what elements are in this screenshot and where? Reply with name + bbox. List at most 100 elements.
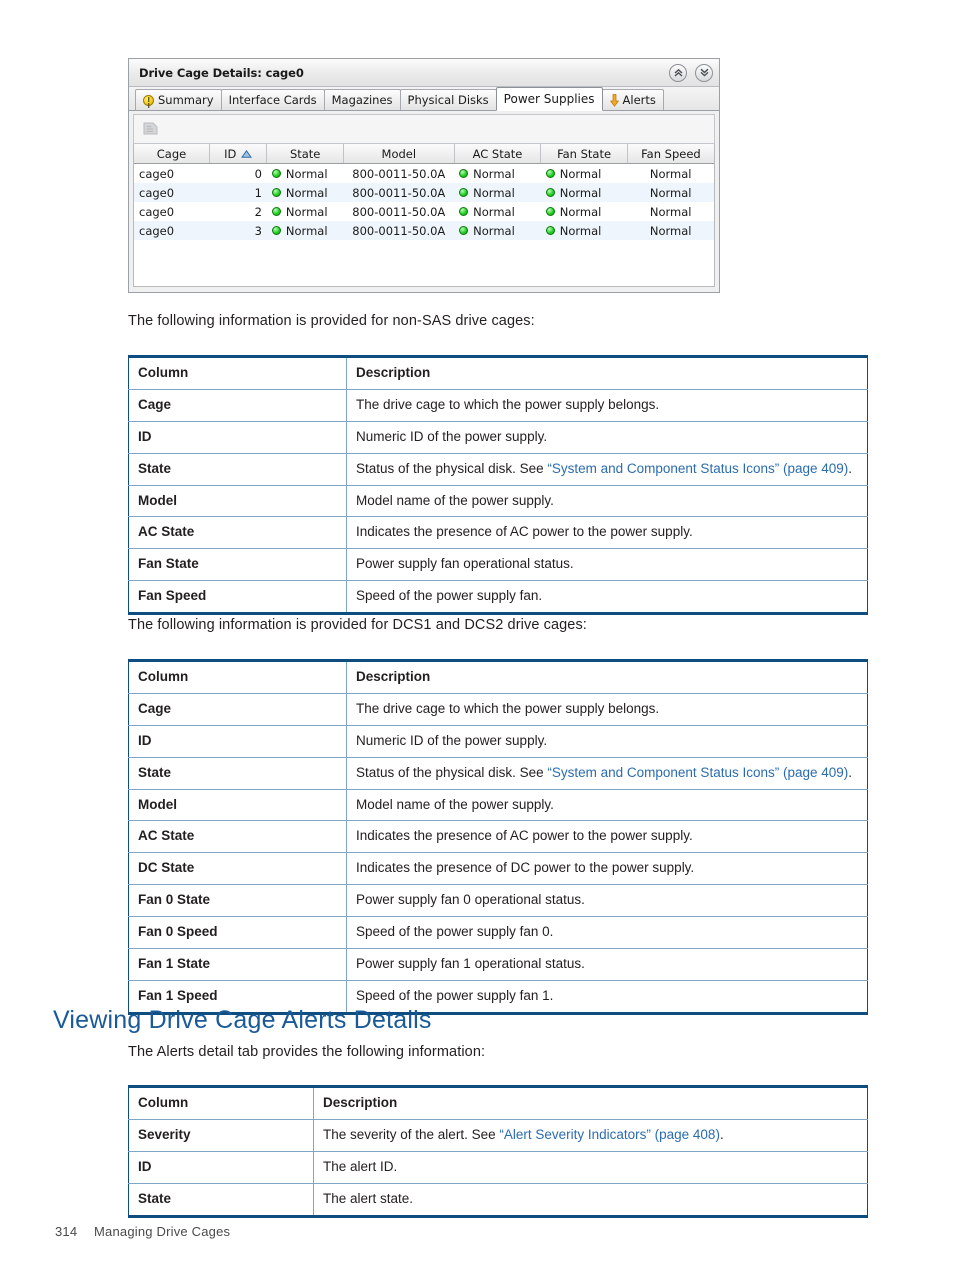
table-row: Severity The severity of the alert. See “… — [128, 1118, 868, 1152]
col-header-id[interactable]: ID — [209, 144, 268, 164]
cell-fan-speed: Normal — [649, 204, 692, 219]
table-row: State Status of the physical disk. See “S… — [128, 452, 868, 486]
tab-physical-disks[interactable]: Physical Disks — [399, 89, 497, 110]
status-dot-icon — [459, 188, 469, 197]
cell-description: The drive cage to which the power supply… — [346, 388, 868, 422]
cell-column-name: Fan 0 Speed — [128, 916, 347, 949]
col-header-state[interactable]: State — [266, 144, 344, 164]
cell-description: Power supply fan 1 operational status. — [346, 947, 868, 981]
table-row[interactable]: cage0 2 Normal 800-0011-50.0A Normal Normal No… — [134, 202, 714, 221]
table-row[interactable]: cage0 3 Normal 800-0011-50.0A Normal Normal No… — [134, 221, 714, 240]
table-row: Cage The drive cage to which the power su… — [128, 388, 868, 422]
cell-model: 800-0011-50.0A — [343, 183, 455, 202]
tab-interface-cards[interactable]: Interface Cards — [220, 89, 325, 110]
header-cell-description: Description — [346, 356, 868, 390]
col-header-fan-state[interactable]: Fan State — [540, 144, 628, 164]
cell-column-name: ID — [128, 1150, 314, 1184]
cell-ac-state: Normal — [454, 221, 541, 240]
cell-column-name: State — [128, 1182, 314, 1216]
power-supplies-grid[interactable]: Cage ID State Model AC State Fan State F… — [133, 144, 715, 287]
cross-reference-link[interactable]: “System and Component Status Icons” (pag… — [547, 765, 848, 780]
detail-tabs: Summary Interface Cards Magazines Physic… — [129, 87, 719, 111]
cross-reference-link[interactable]: “System and Component Status Icons” (pag… — [547, 461, 848, 476]
cell-column-name: ID — [128, 724, 347, 758]
grid-empty-cell — [134, 240, 714, 280]
double-chevron-up-icon — [674, 68, 682, 77]
header-cell-description: Description — [313, 1086, 868, 1120]
cell-fan-state: Normal — [541, 164, 628, 184]
tab-summary-label: Summary — [158, 93, 214, 107]
tab-power-supplies-label: Power Supplies — [503, 92, 595, 106]
table-header-row: Column Description — [128, 356, 868, 390]
col-header-model[interactable]: Model — [343, 144, 455, 164]
table-row: DC State Indicates the presence of DC pow… — [128, 852, 868, 886]
cell-description: Numeric ID of the power supply. — [346, 724, 868, 758]
sort-ascending-icon — [241, 149, 253, 158]
grid-toolbar — [133, 114, 715, 144]
col-header-ac-state[interactable]: AC State — [454, 144, 542, 164]
cell-cage: cage0 — [134, 183, 210, 202]
col-header-fan-speed-label: Fan Speed — [641, 146, 701, 161]
table-row: Model Model name of the power supply. — [128, 484, 868, 518]
tab-alerts-label: Alerts — [622, 93, 656, 107]
cell-ac-state: Normal — [454, 164, 541, 184]
status-dot-icon — [545, 207, 555, 216]
intro-dcs-paragraph: The following information is provided fo… — [128, 617, 587, 633]
cell-column-name: AC State — [128, 820, 347, 854]
col-header-state-label: State — [289, 146, 321, 161]
header-cell-description: Description — [346, 660, 868, 694]
grid-empty-space — [134, 240, 714, 280]
cell-column-name: Fan 0 State — [128, 884, 347, 917]
cell-description: Numeric ID of the power supply. — [346, 420, 868, 454]
cell-id: 0 — [254, 166, 262, 181]
cell-column-name: State — [128, 756, 347, 790]
tab-power-supplies[interactable]: Power Supplies — [495, 87, 603, 111]
table-row: State Status of the physical disk. See “S… — [128, 756, 868, 790]
table-row: State The alert state. — [128, 1182, 868, 1216]
tab-physical-disks-label: Physical Disks — [407, 93, 489, 107]
cell-description: Indicates the presence of DC power to th… — [346, 852, 868, 886]
window-title: Drive Cage Details: cage0 — [139, 65, 304, 80]
table-row[interactable]: cage0 0 Normal 800-0011-50.0A Normal Normal No… — [134, 164, 714, 184]
dcs-columns-table: Column Description Cage The drive cage to w… — [128, 659, 868, 1015]
cell-description: The severity of the alert. See “Alert Se… — [313, 1118, 868, 1152]
col-header-cage[interactable]: Cage — [134, 144, 211, 164]
col-header-fan-speed[interactable]: Fan Speed — [627, 144, 714, 164]
expand-all-button[interactable] — [695, 63, 713, 82]
table-row: Fan 0 Speed Speed of the power supply fan… — [128, 916, 868, 949]
status-dot-icon — [459, 207, 469, 216]
cell-description: Power supply fan operational status. — [346, 548, 868, 582]
page-title: Viewing Drive Cage Alerts Details — [53, 1006, 432, 1034]
cell-description: The drive cage to which the power supply… — [346, 692, 868, 726]
collapse-all-button[interactable] — [669, 63, 687, 82]
col-header-id-label: ID — [224, 146, 237, 161]
titlebar-buttons — [669, 63, 713, 82]
warning-icon — [143, 94, 154, 106]
tab-magazines-label: Magazines — [331, 93, 393, 107]
table-row[interactable]: cage0 1 Normal 800-0011-50.0A Normal Normal No… — [134, 183, 714, 202]
cell-description: Status of the physical disk. See “System… — [346, 452, 868, 486]
tab-magazines[interactable]: Magazines — [323, 89, 401, 110]
export-icon[interactable] — [142, 121, 160, 138]
cell-column-name: Fan Speed — [128, 580, 347, 614]
cell-column-name: Cage — [128, 388, 347, 422]
cross-reference-link[interactable]: “Alert Severity Indicators” (page 408) — [499, 1127, 720, 1142]
table-row: ID The alert ID. — [128, 1150, 868, 1184]
cell-state: Normal — [267, 202, 344, 221]
cell-column-name: Fan 1 State — [128, 947, 347, 981]
table-row: AC State Indicates the presence of AC pow… — [128, 820, 868, 854]
cell-column-name: Fan State — [128, 548, 347, 582]
col-header-fan-state-label: Fan State — [557, 146, 612, 161]
tab-summary[interactable]: Summary — [135, 89, 222, 110]
table-row: ID Numeric ID of the power supply. — [128, 420, 868, 454]
cell-description: Indicates the presence of AC power to th… — [346, 820, 868, 854]
tab-alerts[interactable]: Alerts — [601, 89, 664, 110]
col-header-ac-state-label: AC State — [472, 146, 523, 161]
drive-cage-details-window: Drive Cage Details: cage0 Summary Interf… — [128, 58, 720, 293]
cell-model: 800-0011-50.0A — [352, 204, 446, 219]
cell-cage: cage0 — [139, 166, 175, 181]
cell-state: Normal — [266, 221, 344, 240]
tab-interface-cards-label: Interface Cards — [228, 93, 317, 107]
nonsas-table-body: Column Description Cage The drive cage to w… — [128, 356, 868, 614]
cell-description: Indicates the presence of AC power to th… — [346, 516, 868, 550]
